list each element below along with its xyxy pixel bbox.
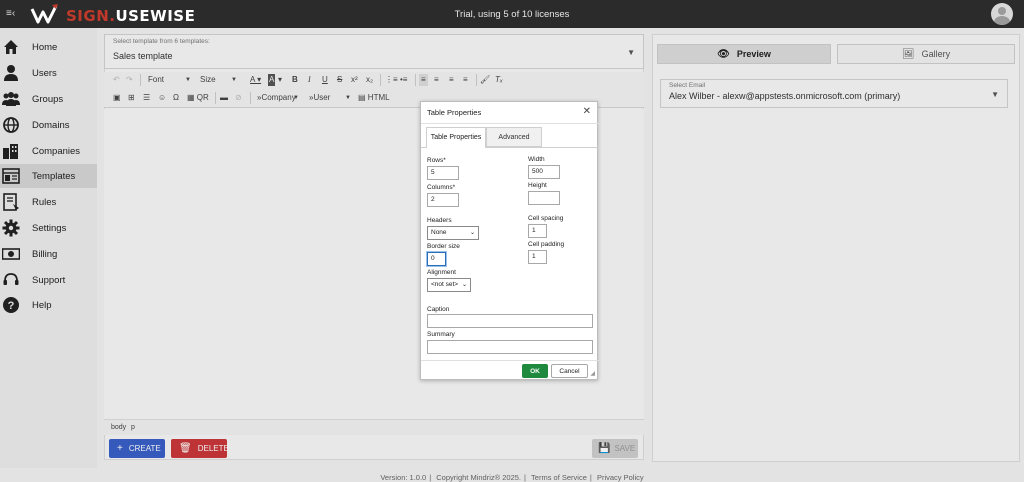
chevron-down-icon: ⌄ [461,282,467,288]
user-avatar[interactable] [991,3,1013,25]
cell-padding-label: Cell padding [528,241,565,248]
summary-label: Summary [427,331,455,338]
headers-label: Headers [427,217,452,224]
alignment-select-value: <not set> [431,281,459,288]
rows-label: Rows* [427,157,446,164]
height-label: Height [528,182,547,189]
license-status: Trial, using 5 of 10 licenses [454,9,570,20]
columns-label: Columns* [427,184,456,191]
columns-input[interactable]: 2 [427,193,459,207]
avatar-head [998,7,1006,15]
tab-advanced[interactable]: Advanced [486,127,542,147]
rows-input[interactable]: 5 [427,166,459,180]
close-icon[interactable]: ✕ [583,106,591,117]
headers-select-value: None [431,229,447,236]
top-bar: ≡‹ SIGN.USEWISE Trial, using 5 of 10 lic… [0,0,1024,28]
active-tab-gap [427,147,485,148]
resize-handle-icon[interactable]: ◢ [590,370,595,377]
cell-padding-input[interactable]: 1 [528,250,547,264]
summary-input[interactable] [427,340,593,354]
chevron-down-icon: ⌄ [469,230,475,236]
dialog-title: Table Properties [427,108,482,117]
caption-label: Caption [427,306,450,313]
cell-spacing-input[interactable]: 1 [528,224,547,238]
width-input[interactable]: 500 [528,165,560,179]
ok-button[interactable]: OK [522,364,548,378]
headers-select[interactable]: None ⌄ [427,226,479,240]
border-size-input[interactable]: 0 [427,252,446,266]
dialog-footer-divider [421,360,599,361]
tab-table-properties[interactable]: Table Properties [426,127,486,147]
caption-input[interactable] [427,314,593,328]
border-size-label: Border size [427,243,460,250]
table-properties-dialog: Table Properties ✕ Table Properties Adva… [420,101,599,380]
height-input[interactable] [528,191,560,205]
cell-spacing-label: Cell spacing [528,215,564,222]
dialog-header-divider [421,123,599,124]
alignment-label: Alignment [427,269,456,276]
cancel-button[interactable]: Cancel [551,364,588,378]
width-label: Width [528,156,545,163]
alignment-select[interactable]: <not set> ⌄ [427,278,471,292]
avatar-body [994,16,1010,25]
